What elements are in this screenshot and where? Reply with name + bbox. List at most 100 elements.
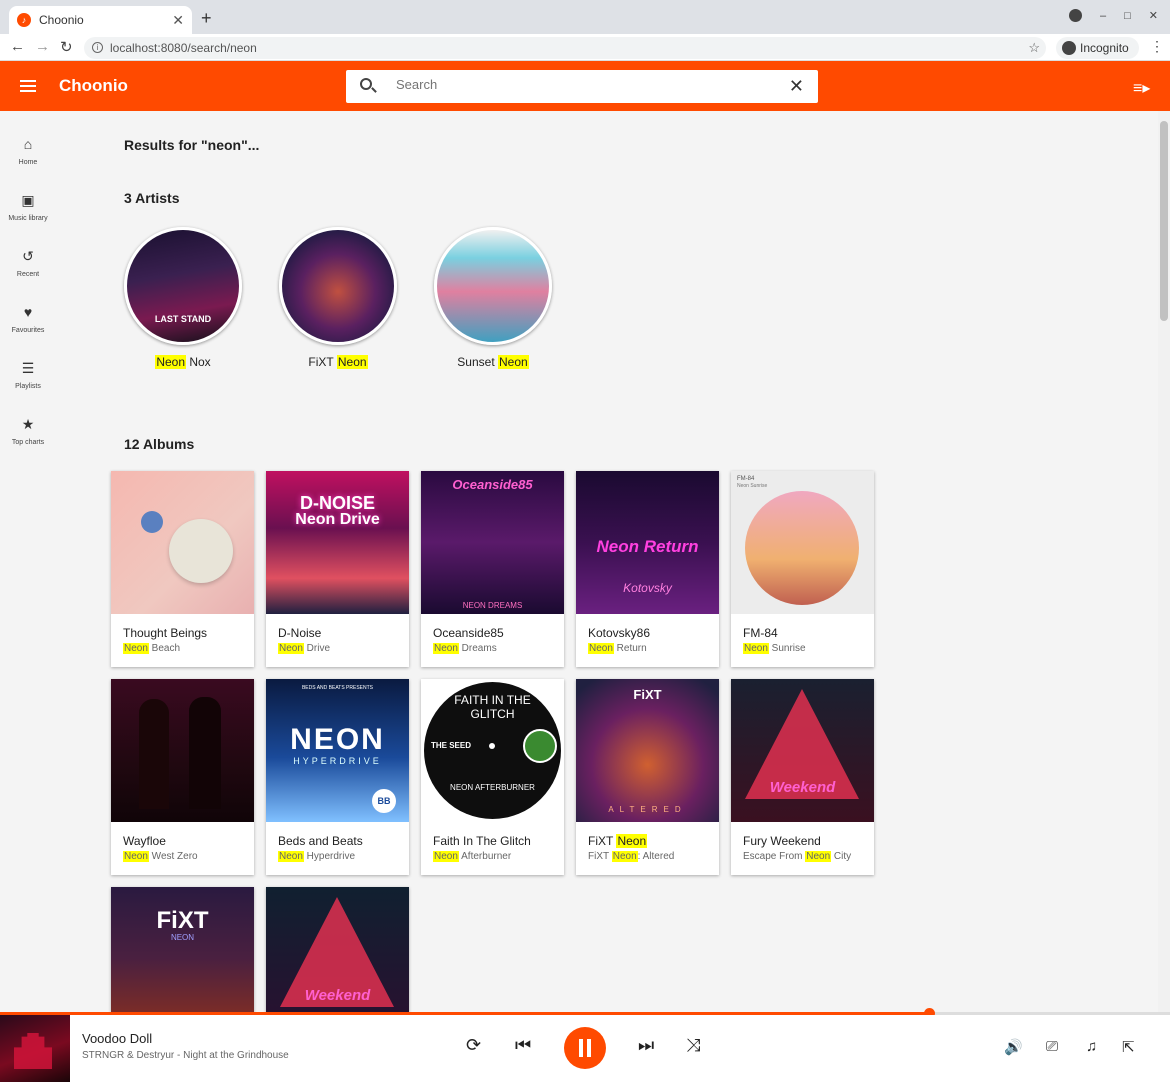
- album-artist[interactable]: Oceanside85: [433, 626, 504, 640]
- album-art-text: FM-84: [737, 476, 755, 482]
- artist-card[interactable]: Sunset Neon: [434, 227, 552, 369]
- reload-icon[interactable]: ↻: [60, 38, 73, 56]
- album-card[interactable]: D-NOISE Neon Drive D-Noise Neon Drive: [266, 471, 409, 667]
- album-card[interactable]: Neon Return Kotovsky Kotovsky86 Neon Retu…: [576, 471, 719, 667]
- new-tab-button[interactable]: +: [201, 8, 212, 29]
- album-artist[interactable]: D-Noise: [278, 626, 321, 640]
- album-artist[interactable]: Beds and Beats: [278, 834, 363, 848]
- album-title[interactable]: Neon West Zero: [123, 851, 198, 862]
- album-card[interactable]: Thought Beings Neon Beach: [111, 471, 254, 667]
- album-card[interactable]: Weekend: [266, 887, 409, 1013]
- tab-close-icon[interactable]: ✕: [172, 12, 184, 29]
- album-art-text: NEON: [290, 723, 385, 756]
- album-card[interactable]: FiXT ALTERED FiXT Neon FiXT Neon: Altered: [576, 679, 719, 875]
- artist-image[interactable]: [279, 227, 397, 345]
- album-artist[interactable]: Thought Beings: [123, 626, 207, 640]
- sidebar-item-top-charts[interactable]: ★ Top charts: [0, 391, 56, 447]
- forward-icon[interactable]: →: [35, 38, 50, 55]
- incognito-badge[interactable]: Incognito: [1056, 37, 1139, 59]
- album-title[interactable]: Neon Afterburner: [433, 851, 511, 862]
- maximize-icon[interactable]: □: [1124, 10, 1131, 22]
- album-cover[interactable]: FiXT NEON: [111, 887, 254, 1013]
- album-title[interactable]: Neon Sunrise: [743, 643, 806, 654]
- album-card[interactable]: Wayfloe Neon West Zero: [111, 679, 254, 875]
- album-title[interactable]: Neon Return: [588, 643, 647, 654]
- album-artist[interactable]: Wayfloe: [123, 834, 166, 848]
- album-cover[interactable]: FM-84 Neon Sunrise: [731, 471, 874, 614]
- album-cover[interactable]: Weekend: [731, 679, 874, 822]
- artist-image[interactable]: LAST STAND: [124, 227, 242, 345]
- close-window-icon[interactable]: ✕: [1149, 9, 1158, 22]
- album-cover[interactable]: [111, 471, 254, 614]
- album-artist[interactable]: Fury Weekend: [743, 834, 821, 848]
- album-card[interactable]: FAITH IN THE GLITCH THE SEED NEON AFTERBURN…: [421, 679, 564, 875]
- album-art-text: FiXT: [156, 907, 209, 934]
- volume-icon[interactable]: 🔊: [1004, 1038, 1023, 1056]
- artist-card[interactable]: LAST STAND Neon Nox: [124, 227, 242, 369]
- scrollbar-thumb[interactable]: [1160, 121, 1168, 321]
- sidebar-item-playlists[interactable]: ☰ Playlists: [0, 335, 56, 391]
- album-cover[interactable]: Weekend: [266, 887, 409, 1013]
- menu-icon[interactable]: [20, 80, 36, 92]
- profile-menu-icon[interactable]: [1069, 9, 1082, 22]
- album-card[interactable]: Oceanside85 NEON DREAMS Oceanside85 Neon …: [421, 471, 564, 667]
- shuffle-icon[interactable]: ⤨: [686, 1035, 700, 1056]
- album-title[interactable]: FiXT Neon: Altered: [588, 851, 674, 862]
- back-icon[interactable]: ←: [10, 38, 25, 55]
- artist-name[interactable]: Sunset Neon: [434, 355, 552, 369]
- now-playing-art[interactable]: [0, 1015, 70, 1082]
- cast-icon[interactable]: ⎚: [1046, 1038, 1058, 1055]
- album-title[interactable]: Neon Beach: [123, 643, 180, 654]
- album-cover[interactable]: D-NOISE Neon Drive: [266, 471, 409, 614]
- artist-name[interactable]: Neon Nox: [124, 355, 242, 369]
- album-cover[interactable]: FiXT ALTERED: [576, 679, 719, 822]
- album-title[interactable]: Neon Drive: [278, 643, 330, 654]
- album-cover[interactable]: BEDS AND BEATS PRESENTS NEON HYPERDRIVE BB: [266, 679, 409, 822]
- album-artist-text: Oceanside85: [433, 626, 504, 640]
- album-title[interactable]: Escape From Neon City: [743, 851, 851, 862]
- pause-button[interactable]: [564, 1027, 606, 1069]
- now-playing-album[interactable]: Night at the Grindhouse: [183, 1050, 289, 1061]
- next-icon[interactable]: ⏭: [638, 1035, 654, 1056]
- album-artist[interactable]: Kotovsky86: [588, 626, 650, 640]
- sidebar-item-home[interactable]: ⌂ Home: [0, 111, 56, 167]
- artist-name[interactable]: FiXT Neon: [279, 355, 397, 369]
- album-cover[interactable]: Neon Return Kotovsky: [576, 471, 719, 614]
- url-field[interactable]: i localhost:8080/search/neon ☆: [84, 37, 1046, 59]
- minimize-icon[interactable]: –: [1100, 10, 1106, 22]
- album-artist-text: FM-84: [743, 626, 778, 640]
- album-cover[interactable]: FAITH IN THE GLITCH THE SEED NEON AFTERBURN…: [421, 679, 564, 822]
- search-input[interactable]: [396, 77, 776, 92]
- album-artist[interactable]: Faith In The Glitch: [433, 834, 531, 848]
- now-playing-subtitle: STRNGR & Destryur - Night at the Grindho…: [82, 1050, 289, 1061]
- album-title[interactable]: Neon Hyperdrive: [278, 851, 355, 862]
- queue-list-icon[interactable]: ♫: [1086, 1038, 1097, 1055]
- album-title[interactable]: Neon Dreams: [433, 643, 497, 654]
- now-playing-artist[interactable]: STRNGR & Destryur: [82, 1050, 174, 1061]
- bookmark-star-icon[interactable]: ☆: [1028, 37, 1040, 59]
- album-card[interactable]: BEDS AND BEATS PRESENTS NEON HYPERDRIVE BB …: [266, 679, 409, 875]
- clear-search-icon[interactable]: ✕: [789, 76, 804, 97]
- browser-menu-icon[interactable]: ⋮: [1150, 38, 1164, 55]
- sidebar-item-favourites[interactable]: ♥ Favourites: [0, 279, 56, 335]
- album-cover[interactable]: Oceanside85 NEON DREAMS: [421, 471, 564, 614]
- artist-card[interactable]: FiXT Neon: [279, 227, 397, 369]
- album-artist[interactable]: FiXT Neon: [588, 834, 648, 848]
- album-artist[interactable]: FM-84: [743, 626, 778, 640]
- artist-image[interactable]: [434, 227, 552, 345]
- previous-icon[interactable]: ⏮: [515, 1035, 531, 1056]
- site-info-icon[interactable]: i: [92, 42, 103, 53]
- album-card[interactable]: FM-84 Neon Sunrise FM-84 Neon Sunrise: [731, 471, 874, 667]
- album-cover[interactable]: [111, 679, 254, 822]
- app-brand[interactable]: Choonio: [59, 76, 128, 96]
- queue-icon[interactable]: ≡▸: [1133, 78, 1150, 98]
- sidebar-item-music-library[interactable]: ▣ Music library: [0, 167, 56, 223]
- scrollbar[interactable]: [1158, 111, 1170, 1013]
- now-playing-title[interactable]: Voodoo Doll: [82, 1031, 152, 1046]
- open-external-icon[interactable]: ⇱: [1122, 1038, 1135, 1056]
- album-card[interactable]: FiXT NEON: [111, 887, 254, 1013]
- album-card[interactable]: Weekend Fury Weekend Escape From Neon Ci…: [731, 679, 874, 875]
- repeat-icon[interactable]: ⟳: [466, 1035, 481, 1056]
- sidebar-item-recent[interactable]: ↺ Recent: [0, 223, 56, 279]
- browser-tab[interactable]: ♪ Choonio ✕: [9, 6, 192, 34]
